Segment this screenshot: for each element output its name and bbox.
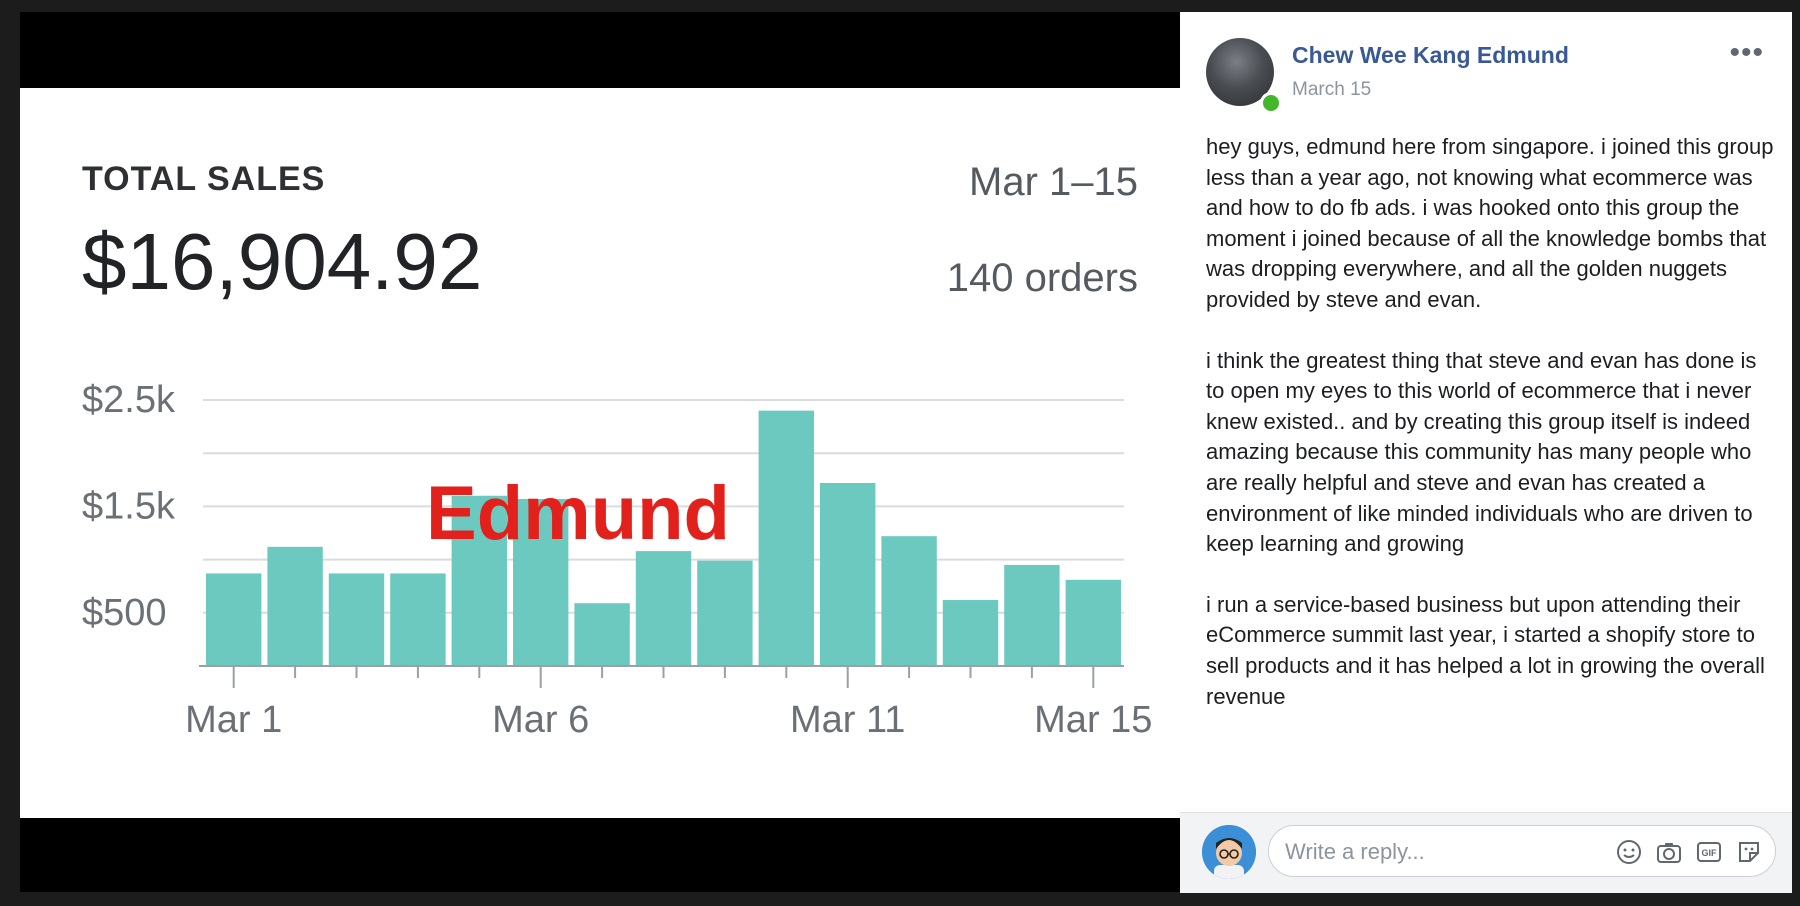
post-body: hey guys, edmund here from singapore. i … [1206,132,1776,742]
sales-screenshot: TOTAL SALES Mar 1–15 $16,904.92 140 orde… [20,88,1180,818]
emoji-icon[interactable] [1615,838,1643,866]
sticker-icon[interactable] [1735,838,1763,866]
bar-mar-1 [206,573,262,666]
bar-mar-9 [697,560,753,666]
reply-input[interactable]: Write a reply... GIF [1268,825,1776,877]
x-tick-label: Mar 6 [492,699,589,741]
svg-text:GIF: GIF [1702,848,1718,858]
post-paragraph-3: i run a service-based business but upon … [1206,591,1765,709]
reply-placeholder: Write a reply... [1285,839,1425,864]
bar-mar-13 [942,600,999,666]
bar-mar-7 [574,603,630,666]
edmund-watermark: Edmund [426,471,730,556]
user-avatar [1202,825,1256,879]
post-date[interactable]: March 15 [1292,79,1371,101]
bar-mar-10 [758,410,814,666]
post-paragraph-2: i think the greatest thing that steve an… [1206,347,1757,557]
y-tick-label: $500 [82,592,167,634]
post-paragraph-1: hey guys, edmund here from singapore. i … [1206,134,1774,312]
author-name[interactable]: Chew Wee Kang Edmund [1292,42,1569,69]
online-status-icon [1260,92,1282,114]
bar-mar-12 [881,536,937,666]
more-options-icon[interactable]: ••• [1729,38,1764,68]
x-tick-label: Mar 15 [1034,699,1152,741]
bar-mar-15 [1065,579,1121,666]
gif-icon[interactable]: GIF [1695,838,1723,866]
y-tick-label: $1.5k [82,485,176,527]
bar-mar-4 [390,573,446,666]
bar-mar-14 [1004,564,1060,666]
y-tick-label: $2.5k [82,379,176,421]
user-avatar-icon [1202,825,1256,879]
sales-bar-chart: $2.5k $1.5k $500 Mar 1 Mar 6 Mar 11 Mar 15 [82,379,1152,741]
x-tick-label: Mar 1 [185,699,282,741]
bar-mar-2 [267,546,323,666]
bar-mar-8 [635,551,692,666]
bar-mar-3 [328,573,385,666]
x-tick-label: Mar 11 [790,699,905,741]
camera-icon[interactable] [1655,838,1683,866]
reply-bar: Write a reply... GIF [1180,812,1792,893]
bar-mar-11 [820,482,876,666]
post-panel: Chew Wee Kang Edmund March 15 ••• hey gu… [1180,12,1792,893]
